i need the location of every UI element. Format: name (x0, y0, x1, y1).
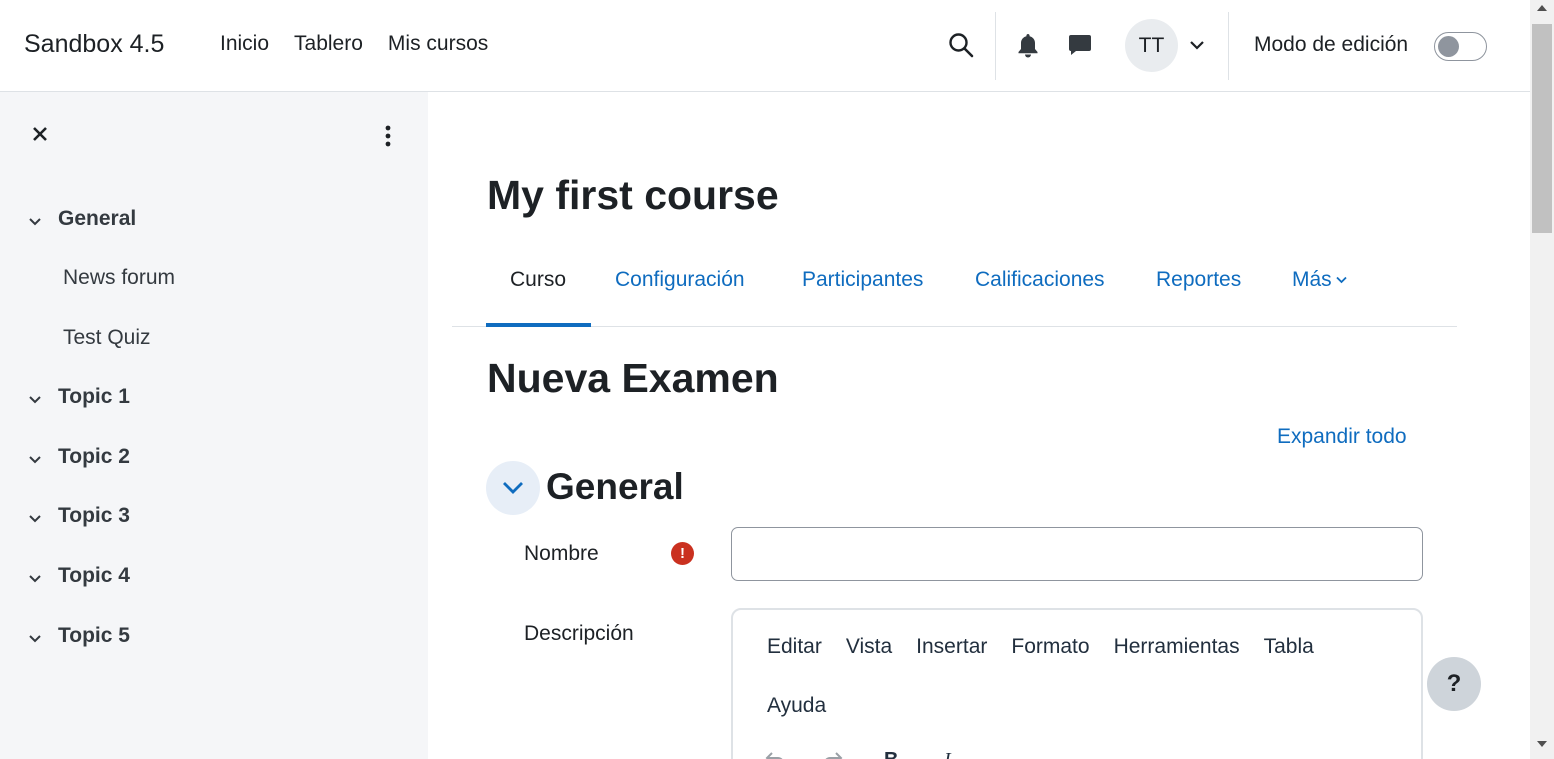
course-index-section-topic-4[interactable]: Topic 4 (58, 564, 130, 588)
chevron-down-icon[interactable] (28, 574, 42, 584)
chevron-down-icon[interactable] (28, 395, 42, 405)
tab-calificaciones[interactable]: Calificaciones (975, 268, 1105, 292)
chevron-down-icon[interactable] (1189, 38, 1205, 52)
more-options-icon[interactable] (380, 123, 396, 149)
name-field-label: Nombre (524, 542, 599, 565)
user-avatar[interactable]: TT (1125, 19, 1178, 72)
course-index-activity-news-forum[interactable]: News forum (63, 266, 175, 290)
page-title: My first course (487, 172, 779, 218)
edit-mode-toggle[interactable] (1434, 32, 1487, 61)
primary-navigation: Inicio Tablero Mis cursos (220, 32, 488, 56)
top-navbar: Sandbox 4.5 Inicio Tablero Mis cursos TT… (0, 0, 1530, 92)
editor-menu-editar[interactable]: Editar (755, 632, 834, 691)
user-initials: TT (1138, 33, 1165, 57)
course-index-section-general[interactable]: General (58, 207, 136, 231)
editor-menu-ayuda[interactable]: Ayuda (755, 691, 838, 750)
active-tab-indicator (486, 323, 591, 327)
close-icon[interactable] (30, 124, 50, 144)
tab-reportes[interactable]: Reportes (1156, 268, 1241, 292)
toggle-knob (1438, 36, 1459, 57)
help-button[interactable]: ? (1427, 657, 1481, 711)
course-index-section-topic-5[interactable]: Topic 5 (58, 624, 130, 648)
site-brand[interactable]: Sandbox 4.5 (24, 30, 164, 59)
editor-toolbar: B I (763, 746, 961, 759)
course-index-section-topic-3[interactable]: Topic 3 (58, 504, 130, 528)
chevron-down-icon[interactable] (28, 634, 42, 644)
edit-mode-label: Modo de edición (1254, 33, 1409, 56)
fieldset-title-general: General (546, 466, 684, 507)
editor-menu-herramientas[interactable]: Herramientas (1102, 632, 1252, 691)
editor-menu-tabla[interactable]: Tabla (1252, 632, 1326, 691)
search-icon[interactable] (948, 32, 974, 58)
chevron-down-icon[interactable] (28, 514, 42, 524)
main-content: My first course Curso Configuración Part… (428, 92, 1530, 759)
tab-mas[interactable]: Más (1292, 268, 1347, 292)
editor-menu-insertar[interactable]: Insertar (904, 632, 999, 691)
name-field[interactable] (731, 527, 1423, 581)
course-index-activity-test-quiz[interactable]: Test Quiz (63, 326, 151, 350)
svg-text:I: I (943, 749, 952, 759)
expand-all-link[interactable]: Expandir todo (1277, 425, 1407, 449)
messages-icon[interactable] (1068, 33, 1092, 57)
notification-bell-icon[interactable] (1016, 32, 1040, 58)
fieldset-collapse-button[interactable] (486, 461, 540, 515)
chevron-down-icon (1336, 277, 1347, 284)
description-rich-text-editor[interactable]: Editar Vista Insertar Formato Herramient… (731, 608, 1423, 759)
course-index-section-topic-2[interactable]: Topic 2 (58, 445, 130, 469)
scroll-down-arrow-icon[interactable] (1537, 741, 1547, 747)
editor-menu-vista[interactable]: Vista (834, 632, 904, 691)
description-field-label: Descripción (524, 622, 634, 645)
chevron-down-icon[interactable] (28, 455, 42, 465)
nav-link-mis-cursos[interactable]: Mis cursos (388, 32, 488, 56)
tab-participantes[interactable]: Participantes (802, 268, 923, 292)
course-index-section-topic-1[interactable]: Topic 1 (58, 385, 130, 409)
chevron-down-icon[interactable] (28, 217, 42, 227)
chevron-down-icon (503, 482, 523, 494)
editor-menubar: Editar Vista Insertar Formato Herramient… (755, 632, 1395, 750)
nav-link-tablero[interactable]: Tablero (294, 32, 363, 56)
scrollbar-thumb[interactable] (1532, 24, 1552, 233)
nav-link-inicio[interactable]: Inicio (220, 32, 269, 56)
bold-icon[interactable]: B (879, 746, 903, 759)
secondary-navigation: Curso Configuración Participantes Califi… (452, 256, 1457, 327)
redo-icon[interactable] (821, 746, 845, 759)
tab-configuracion[interactable]: Configuración (615, 268, 745, 292)
undo-icon[interactable] (763, 746, 787, 759)
tab-mas-label: Más (1292, 268, 1332, 291)
required-icon: ! (671, 542, 694, 565)
scroll-up-arrow-icon[interactable] (1537, 5, 1547, 11)
form-heading: Nueva Examen (487, 355, 779, 401)
tab-curso[interactable]: Curso (510, 268, 566, 292)
course-index-drawer: General News forum Test Quiz Topic 1 Top… (0, 92, 428, 759)
editor-menu-formato[interactable]: Formato (999, 632, 1101, 691)
svg-text:B: B (884, 749, 898, 759)
navbar-divider (995, 12, 996, 80)
page-scrollbar[interactable] (1530, 0, 1554, 759)
navbar-divider (1228, 12, 1229, 80)
italic-icon[interactable]: I (937, 746, 961, 759)
